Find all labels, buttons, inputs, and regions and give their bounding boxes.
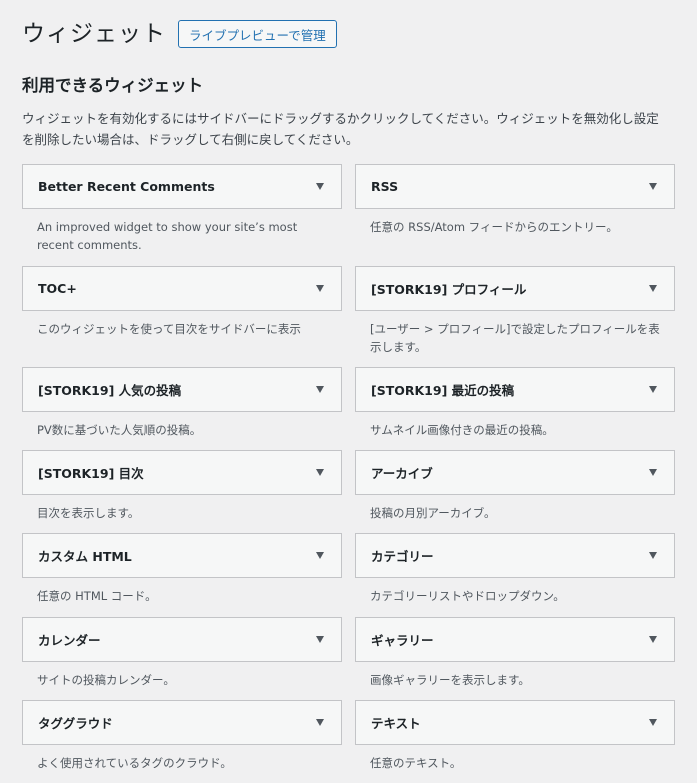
widget-bar[interactable]: ギャラリー bbox=[355, 617, 675, 662]
widget-bar[interactable]: カスタム HTML bbox=[22, 533, 342, 578]
widget-better-recent-comments: Better Recent Comments An improved widge… bbox=[22, 164, 342, 254]
triangle-down-icon[interactable] bbox=[316, 552, 324, 559]
widget-title: [STORK19] プロフィール bbox=[371, 282, 527, 297]
triangle-down-icon[interactable] bbox=[316, 183, 324, 190]
widget-description: カテゴリーリストやドロップダウン。 bbox=[370, 589, 565, 603]
triangle-down-icon[interactable] bbox=[649, 552, 657, 559]
widget-title: [STORK19] 目次 bbox=[38, 466, 144, 481]
triangle-down-icon[interactable] bbox=[316, 285, 324, 292]
triangle-down-icon[interactable] bbox=[316, 719, 324, 726]
widget-archives: アーカイブ 投稿の月別アーカイブ。 bbox=[355, 450, 675, 522]
widget-description: 任意の RSS/Atom フィードからのエントリー。 bbox=[370, 220, 618, 234]
widget-tag-cloud: タググラウド よく使用されているタグのクラウド。 bbox=[22, 700, 342, 772]
widget-description: サムネイル画像付きの最近の投稿。 bbox=[370, 423, 554, 437]
widget-title: カレンダー bbox=[38, 633, 101, 648]
widget-gallery: ギャラリー 画像ギャラリーを表示します。 bbox=[355, 617, 675, 689]
triangle-down-icon[interactable] bbox=[649, 469, 657, 476]
widget-description: [ユーザー > プロフィール]で設定したプロフィールを表示します。 bbox=[370, 322, 660, 354]
triangle-down-icon[interactable] bbox=[649, 285, 657, 292]
widget-description: 投稿の月別アーカイブ。 bbox=[370, 506, 496, 520]
triangle-down-icon[interactable] bbox=[649, 183, 657, 190]
triangle-down-icon[interactable] bbox=[316, 469, 324, 476]
widget-title: [STORK19] 最近の投稿 bbox=[371, 383, 515, 398]
widget-text: テキスト 任意のテキスト。 bbox=[355, 700, 675, 772]
widget-bar[interactable]: [STORK19] 目次 bbox=[22, 450, 342, 495]
widget-stork19-profile: [STORK19] プロフィール [ユーザー > プロフィール]で設定したプロフ… bbox=[355, 266, 675, 356]
widget-description: 任意のテキスト。 bbox=[370, 756, 462, 770]
widget-bar[interactable]: テキスト bbox=[355, 700, 675, 745]
widget-description: よく使用されているタグのクラウド。 bbox=[37, 756, 232, 770]
triangle-down-icon[interactable] bbox=[649, 636, 657, 643]
triangle-down-icon[interactable] bbox=[649, 719, 657, 726]
widget-bar[interactable]: RSS bbox=[355, 164, 675, 209]
widget-title: アーカイブ bbox=[371, 466, 433, 481]
widget-description: 目次を表示します。 bbox=[37, 506, 140, 520]
widget-title: テキスト bbox=[371, 716, 421, 731]
widget-description: PV数に基づいた人気順の投稿。 bbox=[37, 423, 202, 437]
widget-description: サイトの投稿カレンダー。 bbox=[37, 673, 175, 687]
available-widgets-title: 利用できるウィジェット bbox=[22, 76, 204, 95]
triangle-down-icon[interactable] bbox=[316, 386, 324, 393]
widget-categories: カテゴリー カテゴリーリストやドロップダウン。 bbox=[355, 533, 675, 605]
widget-stork19-toc: [STORK19] 目次 目次を表示します。 bbox=[22, 450, 342, 522]
widget-title: [STORK19] 人気の投稿 bbox=[38, 383, 182, 398]
widget-bar[interactable]: TOC+ bbox=[22, 266, 342, 311]
widget-custom-html: カスタム HTML 任意の HTML コード。 bbox=[22, 533, 342, 605]
widget-bar[interactable]: タググラウド bbox=[22, 700, 342, 745]
widget-description: 画像ギャラリーを表示します。 bbox=[370, 673, 530, 687]
widget-bar[interactable]: カテゴリー bbox=[355, 533, 675, 578]
available-widgets-description: ウィジェットを有効化するにはサイドバーにドラッグするかクリックしてください。ウィ… bbox=[22, 111, 659, 147]
widget-bar[interactable]: アーカイブ bbox=[355, 450, 675, 495]
widget-title: カスタム HTML bbox=[38, 549, 132, 564]
widget-stork19-popular-posts: [STORK19] 人気の投稿 PV数に基づいた人気順の投稿。 bbox=[22, 367, 342, 439]
page-header: ウィジェット ライブプレビューで管理 bbox=[22, 18, 337, 50]
widget-rss: RSS 任意の RSS/Atom フィードからのエントリー。 bbox=[355, 164, 675, 236]
widget-bar[interactable]: [STORK19] プロフィール bbox=[355, 266, 675, 311]
widget-title: カテゴリー bbox=[371, 549, 434, 564]
live-preview-manage-button[interactable]: ライブプレビューで管理 bbox=[178, 20, 337, 48]
widget-title: Better Recent Comments bbox=[38, 179, 215, 194]
triangle-down-icon[interactable] bbox=[649, 386, 657, 393]
widget-calendar: カレンダー サイトの投稿カレンダー。 bbox=[22, 617, 342, 689]
widget-title: TOC+ bbox=[38, 281, 77, 296]
widget-toc-plus: TOC+ このウィジェットを使って目次をサイドバーに表示 bbox=[22, 266, 342, 338]
widget-description: このウィジェットを使って目次をサイドバーに表示 bbox=[37, 322, 301, 336]
widget-title: RSS bbox=[371, 179, 399, 194]
widget-stork19-recent-posts: [STORK19] 最近の投稿 サムネイル画像付きの最近の投稿。 bbox=[355, 367, 675, 439]
widget-title: ギャラリー bbox=[371, 633, 434, 648]
widget-title: タググラウド bbox=[38, 716, 113, 731]
widget-bar[interactable]: [STORK19] 最近の投稿 bbox=[355, 367, 675, 412]
triangle-down-icon[interactable] bbox=[316, 636, 324, 643]
widget-description: An improved widget to show your site’s m… bbox=[37, 220, 298, 252]
widget-bar[interactable]: Better Recent Comments bbox=[22, 164, 342, 209]
page-title: ウィジェット bbox=[22, 21, 166, 47]
widget-description: 任意の HTML コード。 bbox=[37, 589, 157, 603]
widget-bar[interactable]: カレンダー bbox=[22, 617, 342, 662]
widget-bar[interactable]: [STORK19] 人気の投稿 bbox=[22, 367, 342, 412]
